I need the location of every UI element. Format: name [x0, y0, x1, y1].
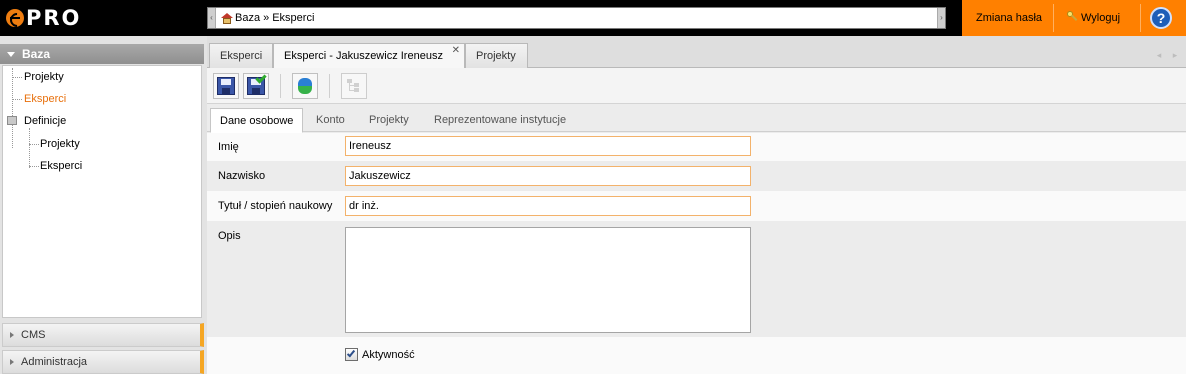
- logo-text: PRO: [26, 6, 82, 30]
- tree-line: [29, 166, 39, 167]
- tree-line: [29, 144, 39, 145]
- sidebar-section-cms[interactable]: CMS: [2, 323, 204, 347]
- navigation-tree: Projekty Eksperci Definicje Projekty Eks…: [2, 65, 202, 318]
- tree-view-button[interactable]: [341, 73, 367, 99]
- academic-title-label: Tytuł / stopień naukowy: [218, 200, 333, 212]
- breadcrumb-scroll-left[interactable]: ‹: [208, 8, 216, 28]
- form-row: Opis: [207, 221, 1186, 337]
- logo-e-icon: [6, 9, 24, 27]
- collapse-arrow-icon: [7, 52, 15, 57]
- toolbar-divider: [329, 74, 330, 98]
- active-checkbox[interactable]: [345, 348, 358, 361]
- key-icon: [1067, 11, 1079, 23]
- top-bar: PRO ‹ Baza » Eksperci › Zmiana hasła Wyl…: [0, 0, 1186, 36]
- sidebar-item-definicje-projekty[interactable]: Projekty: [40, 136, 80, 152]
- tabs-scroll-right-icon[interactable]: ▸: [1169, 44, 1181, 66]
- save-icon: [217, 77, 235, 95]
- change-password-link[interactable]: Zmiana hasła: [976, 0, 1042, 36]
- main-panel: Eksperci Eksperci - Jakuszewicz Ireneusz…: [207, 36, 1186, 374]
- tab-reprezentowane-instytucje[interactable]: Reprezentowane instytucje: [425, 108, 575, 132]
- sidebar-header[interactable]: Baza: [0, 44, 204, 64]
- tab-projekty-form[interactable]: Projekty: [360, 108, 418, 132]
- tab-dane-osobowe[interactable]: Dane osobowe: [210, 108, 304, 133]
- active-checkbox-label[interactable]: Aktywność: [362, 348, 415, 362]
- tree-view-icon: [347, 79, 361, 93]
- tree-line: [12, 68, 13, 148]
- document-tab-strip: Eksperci Eksperci - Jakuszewicz Ireneusz…: [207, 36, 1186, 69]
- breadcrumb-home[interactable]: Baza: [235, 8, 260, 28]
- sidebar-item-eksperci[interactable]: Eksperci: [24, 91, 66, 107]
- app-logo[interactable]: PRO: [6, 6, 81, 30]
- tree-line: [12, 77, 22, 78]
- sidebar-item-definicje[interactable]: Definicje: [24, 113, 66, 129]
- form-row: Tytuł / stopień naukowy: [207, 191, 1186, 221]
- tab-label: Eksperci - Jakuszewicz Ireneusz: [284, 50, 443, 62]
- tab-eksperci[interactable]: Eksperci: [209, 43, 273, 68]
- header-divider: [1053, 4, 1054, 32]
- breadcrumb-separator: »: [263, 12, 270, 24]
- save-button[interactable]: [213, 73, 239, 99]
- last-name-label: Nazwisko: [218, 170, 266, 182]
- tab-konto[interactable]: Konto: [307, 108, 354, 132]
- checkmark-icon: [346, 348, 356, 358]
- sidebar-title: Baza: [22, 47, 51, 61]
- toolbar: [207, 68, 1186, 104]
- toolbar-divider: [280, 74, 281, 98]
- first-name-input[interactable]: [345, 136, 751, 156]
- refresh-icon: [297, 77, 313, 95]
- last-name-input[interactable]: [345, 166, 751, 186]
- tabs-scroll-left-icon[interactable]: ◂: [1153, 44, 1165, 66]
- sidebar-section-label: CMS: [21, 329, 46, 341]
- first-name-label: Imię: [218, 141, 239, 153]
- refresh-button[interactable]: [292, 73, 318, 99]
- breadcrumb-current[interactable]: Eksperci: [272, 8, 314, 28]
- tree-line: [12, 99, 22, 100]
- tab-label: Eksperci: [220, 50, 263, 62]
- sidebar-section-administracja[interactable]: Administracja: [2, 350, 204, 374]
- tab-expert-detail[interactable]: Eksperci - Jakuszewicz Ireneusz ✕: [273, 43, 465, 69]
- save-and-close-button[interactable]: [243, 72, 269, 99]
- help-icon[interactable]: ?: [1150, 7, 1172, 29]
- tab-label: Projekty: [476, 50, 516, 62]
- header-divider: [1140, 4, 1141, 32]
- folder-icon[interactable]: [7, 116, 17, 125]
- personal-data-form: Imię Nazwisko Tytuł / stopień naukowy Op…: [207, 133, 1186, 374]
- breadcrumb: Baza » Eksperci: [221, 8, 314, 28]
- sidebar-item-projekty[interactable]: Projekty: [24, 69, 64, 85]
- expand-arrow-icon: [10, 359, 14, 365]
- sidebar-section-label: Administracja: [21, 356, 88, 368]
- form-row: Imię: [207, 133, 1186, 161]
- form-row: Aktywność: [207, 337, 1186, 374]
- home-icon[interactable]: [221, 12, 233, 24]
- breadcrumb-scroll-right[interactable]: ›: [937, 8, 945, 28]
- tab-projekty[interactable]: Projekty: [465, 43, 528, 68]
- sidebar: Baza Projekty Eksperci Definicje Projekt…: [0, 36, 207, 374]
- description-textarea[interactable]: [345, 227, 751, 333]
- expand-arrow-icon: [10, 332, 14, 338]
- logout-link[interactable]: Wyloguj: [1067, 0, 1120, 36]
- logout-label: Wyloguj: [1081, 12, 1121, 24]
- breadcrumb-bar: ‹ Baza » Eksperci ›: [207, 7, 946, 29]
- form-row: Nazwisko: [207, 161, 1186, 191]
- academic-title-input[interactable]: [345, 196, 751, 216]
- close-icon[interactable]: ✕: [452, 45, 460, 57]
- form-tab-strip: Dane osobowe Konto Projekty Reprezentowa…: [207, 105, 1186, 133]
- tree-line: [29, 128, 30, 168]
- sidebar-item-definicje-eksperci[interactable]: Eksperci: [40, 158, 82, 174]
- description-label: Opis: [218, 230, 241, 242]
